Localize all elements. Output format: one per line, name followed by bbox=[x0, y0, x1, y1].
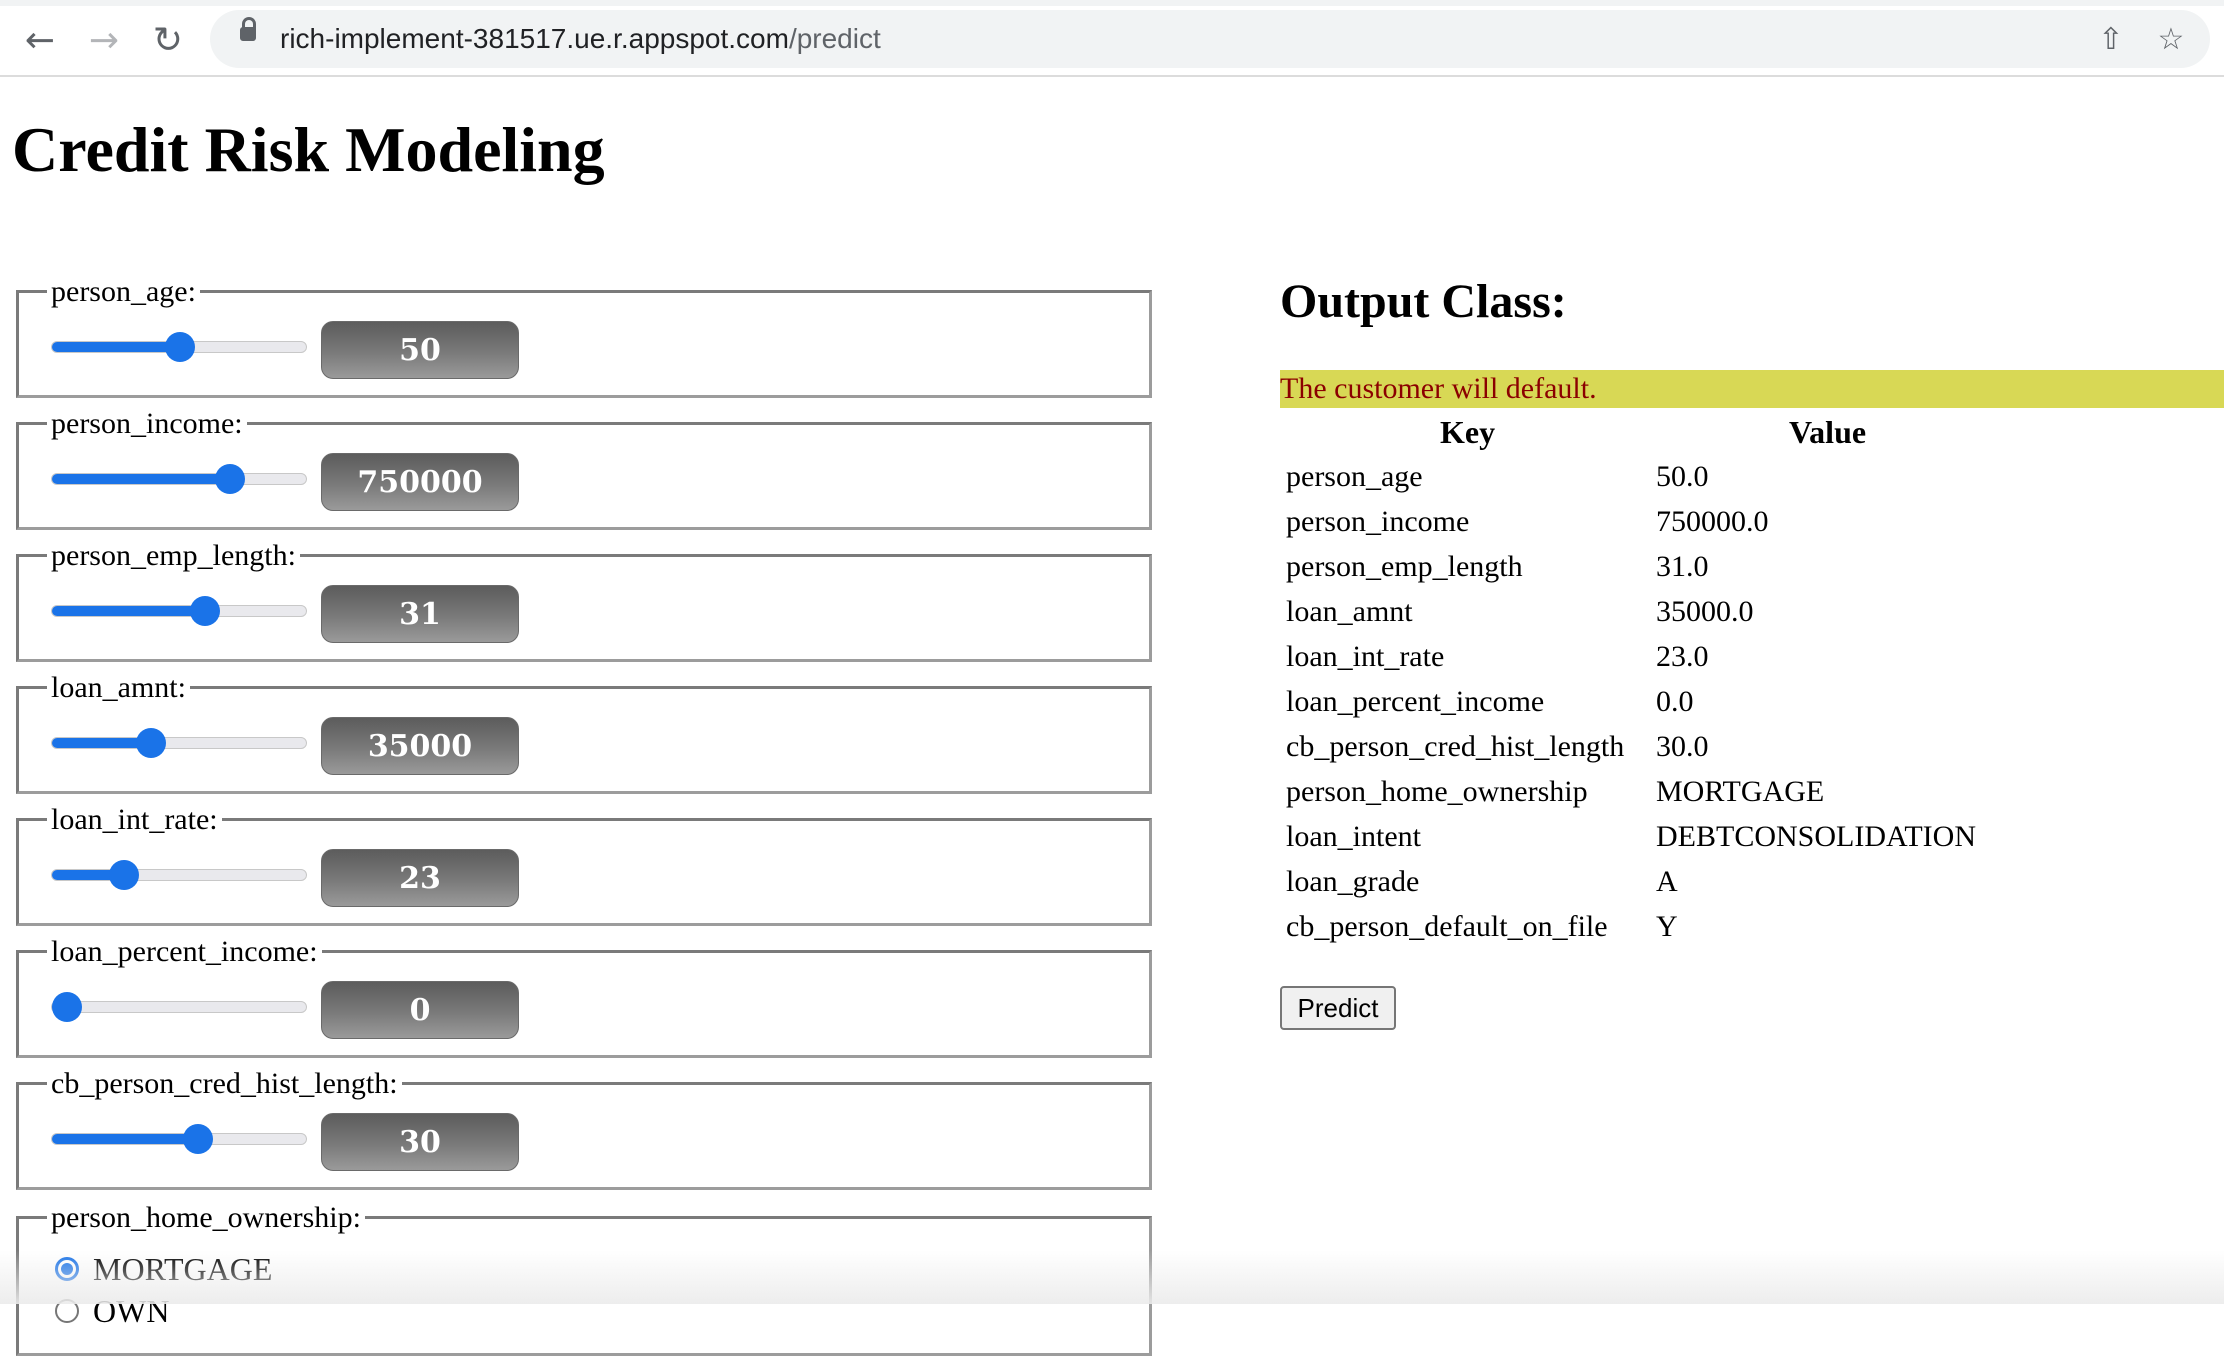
slider-thumb[interactable] bbox=[52, 992, 82, 1022]
input-label: loan_amnt: bbox=[47, 671, 190, 705]
table-cell-value: MORTGAGE bbox=[1656, 775, 1825, 808]
predict-button[interactable]: Predict bbox=[1280, 986, 1396, 1030]
address-bar[interactable]: rich-implement-381517.ue.r.appspot.com/p… bbox=[210, 10, 2210, 68]
range-slider[interactable] bbox=[51, 1124, 307, 1154]
input-fieldset: person_income: 750000 bbox=[16, 407, 1152, 530]
table-cell-value: Y bbox=[1656, 910, 1678, 943]
table-cell-key: loan_percent_income bbox=[1286, 685, 1545, 718]
range-slider[interactable] bbox=[51, 596, 307, 626]
tab-strip bbox=[0, 0, 2224, 6]
table-cell-value: 35000.0 bbox=[1656, 595, 1754, 628]
slider-fill bbox=[52, 342, 180, 352]
table-cell-key: person_home_ownership bbox=[1286, 775, 1588, 808]
radio-button-mortgage[interactable] bbox=[55, 1257, 79, 1281]
home-ownership-fieldset: person_home_ownership: MORTGAGE OWN bbox=[16, 1201, 1152, 1356]
output-heading: Output Class: bbox=[1280, 275, 1567, 328]
table-cell-key: cb_person_default_on_file bbox=[1286, 910, 1608, 943]
range-slider[interactable] bbox=[51, 860, 307, 890]
slider-fill bbox=[52, 1134, 198, 1144]
slider-fill bbox=[52, 606, 205, 616]
url-path: /predict bbox=[788, 23, 881, 54]
radio-option-own[interactable]: OWN bbox=[55, 1291, 169, 1331]
slider-value-box[interactable]: 750000 bbox=[321, 453, 519, 511]
share-icon[interactable]: ⇧ bbox=[2090, 18, 2132, 60]
table-cell-key: loan_grade bbox=[1286, 865, 1420, 898]
input-fieldset: loan_percent_income: 0 bbox=[16, 935, 1152, 1058]
table-cell-key: loan_amnt bbox=[1286, 595, 1413, 628]
table-cell-key: person_age bbox=[1286, 460, 1423, 493]
back-arrow-icon[interactable]: ← bbox=[14, 14, 66, 66]
slider-value-box[interactable]: 31 bbox=[321, 585, 519, 643]
input-label: cb_person_cred_hist_length: bbox=[47, 1067, 402, 1101]
star-icon[interactable]: ☆ bbox=[2150, 18, 2192, 60]
radio-option-mortgage[interactable]: MORTGAGE bbox=[55, 1249, 272, 1289]
input-fieldset: loan_amnt: 35000 bbox=[16, 671, 1152, 794]
prediction-banner: The customer will default. bbox=[1280, 370, 2224, 408]
slider-value-box[interactable]: 0 bbox=[321, 981, 519, 1039]
range-slider[interactable] bbox=[51, 332, 307, 362]
range-slider[interactable] bbox=[51, 728, 307, 758]
slider-thumb[interactable] bbox=[165, 332, 195, 362]
input-label: person_income: bbox=[47, 407, 247, 441]
forward-arrow-icon[interactable]: → bbox=[78, 14, 130, 66]
input-label: person_emp_length: bbox=[47, 539, 300, 573]
slider-thumb[interactable] bbox=[136, 728, 166, 758]
table-cell-value: DEBTCONSOLIDATION bbox=[1656, 820, 1976, 853]
radio-label-mortgage: MORTGAGE bbox=[93, 1250, 273, 1287]
slider-value-box[interactable]: 30 bbox=[321, 1113, 519, 1171]
slider-value-box[interactable]: 23 bbox=[321, 849, 519, 907]
table-cell-value: A bbox=[1656, 865, 1678, 898]
input-fieldset: person_emp_length: 31 bbox=[16, 539, 1152, 662]
slider-thumb[interactable] bbox=[190, 596, 220, 626]
input-fieldset: loan_int_rate: 23 bbox=[16, 803, 1152, 926]
table-header-key: Key bbox=[1440, 414, 1496, 450]
table-cell-value: 30.0 bbox=[1656, 730, 1709, 763]
input-label: loan_percent_income: bbox=[47, 935, 322, 969]
table-cell-key: loan_int_rate bbox=[1286, 640, 1445, 673]
radio-label-own: OWN bbox=[93, 1292, 170, 1329]
input-fieldset: cb_person_cred_hist_length: 30 bbox=[16, 1067, 1152, 1190]
slider-thumb[interactable] bbox=[109, 860, 139, 890]
table-cell-value: 23.0 bbox=[1656, 640, 1709, 673]
table-cell-value: 31.0 bbox=[1656, 550, 1709, 583]
slider-value-box[interactable]: 50 bbox=[321, 321, 519, 379]
slider-thumb[interactable] bbox=[215, 464, 245, 494]
range-slider[interactable] bbox=[51, 464, 307, 494]
table-cell-key: cb_person_cred_hist_length bbox=[1286, 730, 1625, 763]
input-fieldset: person_age: 50 bbox=[16, 275, 1152, 398]
input-label: person_age: bbox=[47, 275, 200, 309]
radio-button-own[interactable] bbox=[55, 1299, 79, 1323]
home-ownership-label: person_home_ownership: bbox=[47, 1201, 365, 1235]
input-label: loan_int_rate: bbox=[47, 803, 222, 837]
browser-toolbar: ← → ↻ rich-implement-381517.ue.r.appspot… bbox=[0, 0, 2224, 77]
table-cell-value: 50.0 bbox=[1656, 460, 1709, 493]
table-cell-value: 750000.0 bbox=[1656, 505, 1769, 538]
slider-thumb[interactable] bbox=[183, 1124, 213, 1154]
table-header-value: Value bbox=[1789, 414, 1867, 450]
page-title: Credit Risk Modeling bbox=[12, 114, 605, 185]
url-host: rich-implement-381517.ue.r.appspot.com bbox=[280, 23, 789, 54]
range-slider[interactable] bbox=[51, 992, 307, 1022]
table-cell-key: person_income bbox=[1286, 505, 1470, 538]
table-cell-key: loan_intent bbox=[1286, 820, 1421, 853]
url-text[interactable]: rich-implement-381517.ue.r.appspot.com/p… bbox=[280, 20, 881, 58]
table-cell-value: 0.0 bbox=[1656, 685, 1694, 718]
table-cell-key: person_emp_length bbox=[1286, 550, 1523, 583]
reload-icon[interactable]: ↻ bbox=[142, 14, 194, 66]
slider-fill bbox=[52, 474, 230, 484]
lock-icon[interactable] bbox=[240, 17, 256, 41]
slider-value-box[interactable]: 35000 bbox=[321, 717, 519, 775]
